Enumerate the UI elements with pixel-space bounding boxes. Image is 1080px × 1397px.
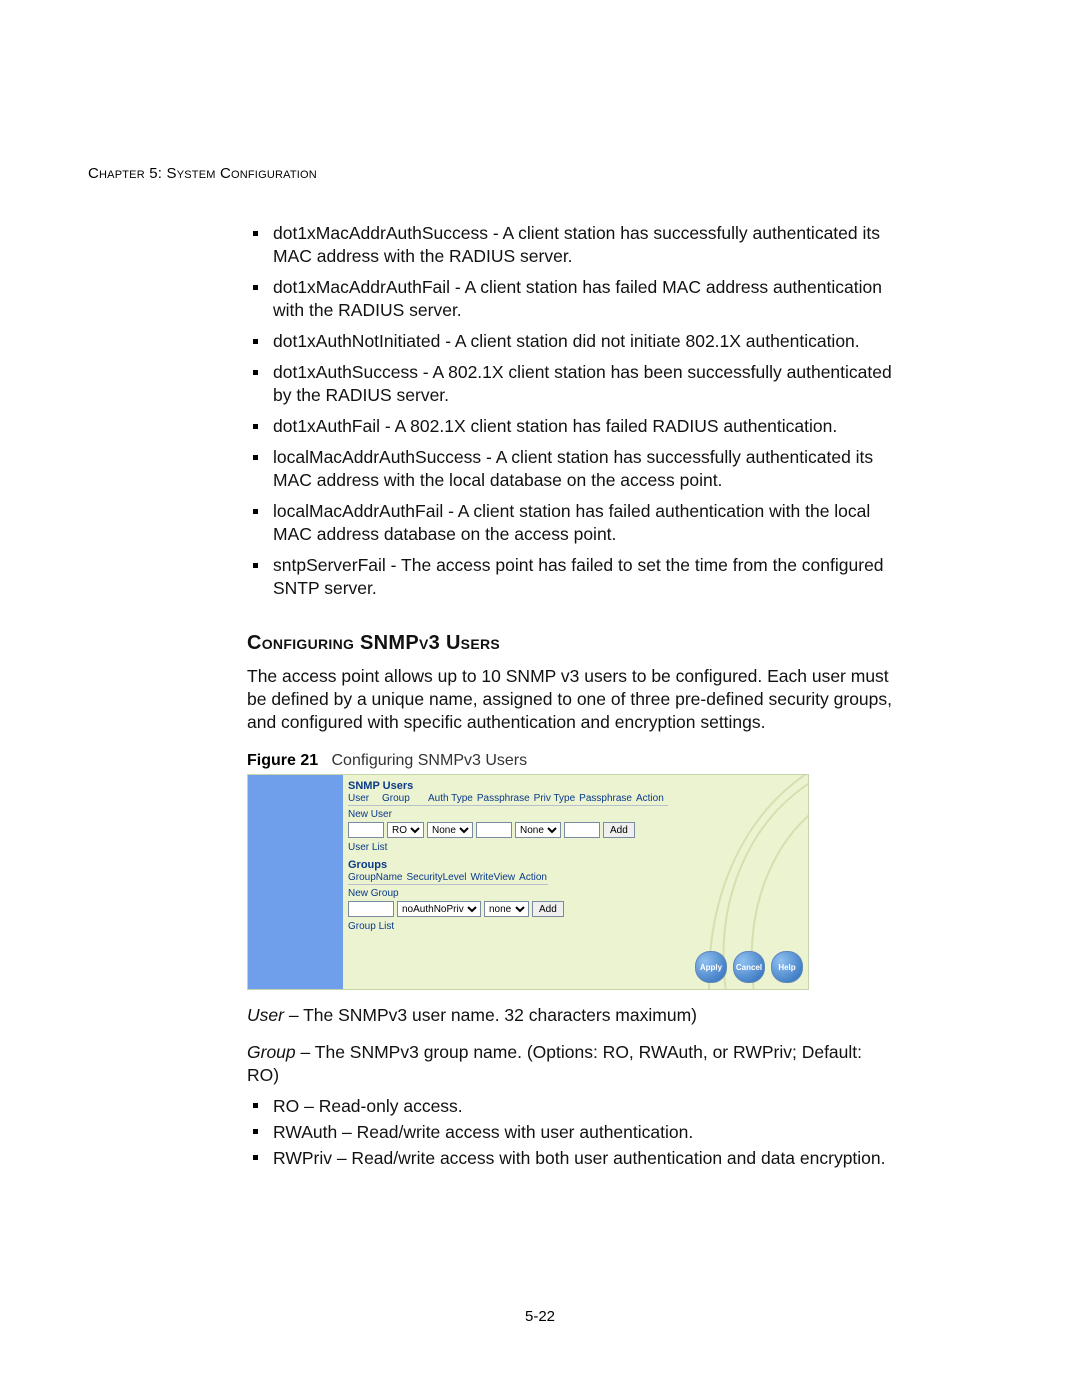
writeview-select[interactable]: none [484,901,529,917]
col-privtype: Priv Type [534,793,576,804]
field-group: Group – The SNMPv3 group name. (Options:… [247,1041,897,1087]
content-column: dot1xMacAddrAuthSuccess - A client stati… [247,222,897,1171]
col-groupname: GroupName [348,872,402,883]
col-securitylevel: SecurityLevel [406,872,466,883]
field-group-desc: – The SNMPv3 group name. (Options: RO, R… [247,1042,862,1085]
field-user: User – The SNMPv3 user name. 32 characte… [247,1004,897,1027]
snmp-users-heading: SNMP Users [348,780,668,792]
page: Chapter 5: System Configuration dot1xMac… [0,0,1080,1397]
cancel-button[interactable]: Cancel [733,951,765,983]
new-group-row: noAuthNoPriv none Add [348,901,668,917]
groups-header-row: GroupName SecurityLevel WriteView Action [348,872,548,885]
user-list-label: User List [348,842,668,853]
securitylevel-select[interactable]: noAuthNoPriv [397,901,481,917]
col-action2: Action [519,872,547,883]
list-item: sntpServerFail - The access point has fa… [247,554,897,600]
figure-caption: Figure 21 Configuring SNMPv3 Users [247,752,897,770]
add-user-button[interactable]: Add [603,822,635,838]
chapter-header: Chapter 5: System Configuration [88,165,317,182]
list-item: dot1xMacAddrAuthSuccess - A client stati… [247,222,897,268]
snmp-panel: SNMP Users User Group Auth Type Passphra… [348,780,668,934]
authtype-select[interactable]: None [427,822,473,838]
col-action: Action [636,793,664,804]
add-group-button[interactable]: Add [532,901,564,917]
user-name-input[interactable] [348,822,384,838]
col-authtype: Auth Type [428,793,473,804]
group-list-label: Group List [348,921,668,932]
group-name-input[interactable] [348,901,394,917]
col-passphrase2: Passphrase [579,793,632,804]
field-user-label: User [247,1005,284,1025]
new-group-label: New Group [348,888,668,899]
list-item: RO – Read-only access. [247,1093,897,1119]
users-header-row: User Group Auth Type Passphrase Priv Typ… [348,793,668,806]
field-group-label: Group [247,1042,296,1062]
page-number: 5-22 [525,1308,555,1325]
list-item: localMacAddrAuthFail - A client station … [247,500,897,546]
section-paragraph: The access point allows up to 10 SNMP v3… [247,665,897,734]
list-item: RWAuth – Read/write access with user aut… [247,1119,897,1145]
new-user-row: RO None None Add [348,822,668,838]
passphrase-input[interactable] [476,822,512,838]
figure-screenshot: SNMP Users User Group Auth Type Passphra… [247,774,809,990]
passphrase2-input[interactable] [564,822,600,838]
list-item: dot1xAuthFail - A 802.1X client station … [247,415,897,438]
privtype-select[interactable]: None [515,822,561,838]
group-options-list: RO – Read-only access. RWAuth – Read/wri… [247,1093,897,1171]
sidebar-nav [248,775,343,989]
field-user-desc: – The SNMPv3 user name. 32 characters ma… [284,1005,697,1025]
figure-number: Figure 21 [247,752,318,769]
list-item: dot1xAuthNotInitiated - A client station… [247,330,897,353]
section-heading: Configuring SNMPv3 Users [247,632,897,655]
global-action-buttons: Apply Cancel Help [695,951,803,983]
list-item: RWPriv – Read/write access with both use… [247,1145,897,1171]
col-passphrase: Passphrase [477,793,530,804]
trap-bullet-list: dot1xMacAddrAuthSuccess - A client stati… [247,222,897,600]
figure-title: Configuring SNMPv3 Users [331,752,527,769]
new-user-label: New User [348,809,668,820]
list-item: localMacAddrAuthSuccess - A client stati… [247,446,897,492]
group-select[interactable]: RO [387,822,424,838]
apply-button[interactable]: Apply [695,951,727,983]
list-item: dot1xMacAddrAuthFail - A client station … [247,276,897,322]
help-button[interactable]: Help [771,951,803,983]
col-group: Group [382,793,424,804]
groups-heading: Groups [348,859,668,871]
list-item: dot1xAuthSuccess - A 802.1X client stati… [247,361,897,407]
col-user: User [348,793,378,804]
col-writeview: WriteView [471,872,516,883]
